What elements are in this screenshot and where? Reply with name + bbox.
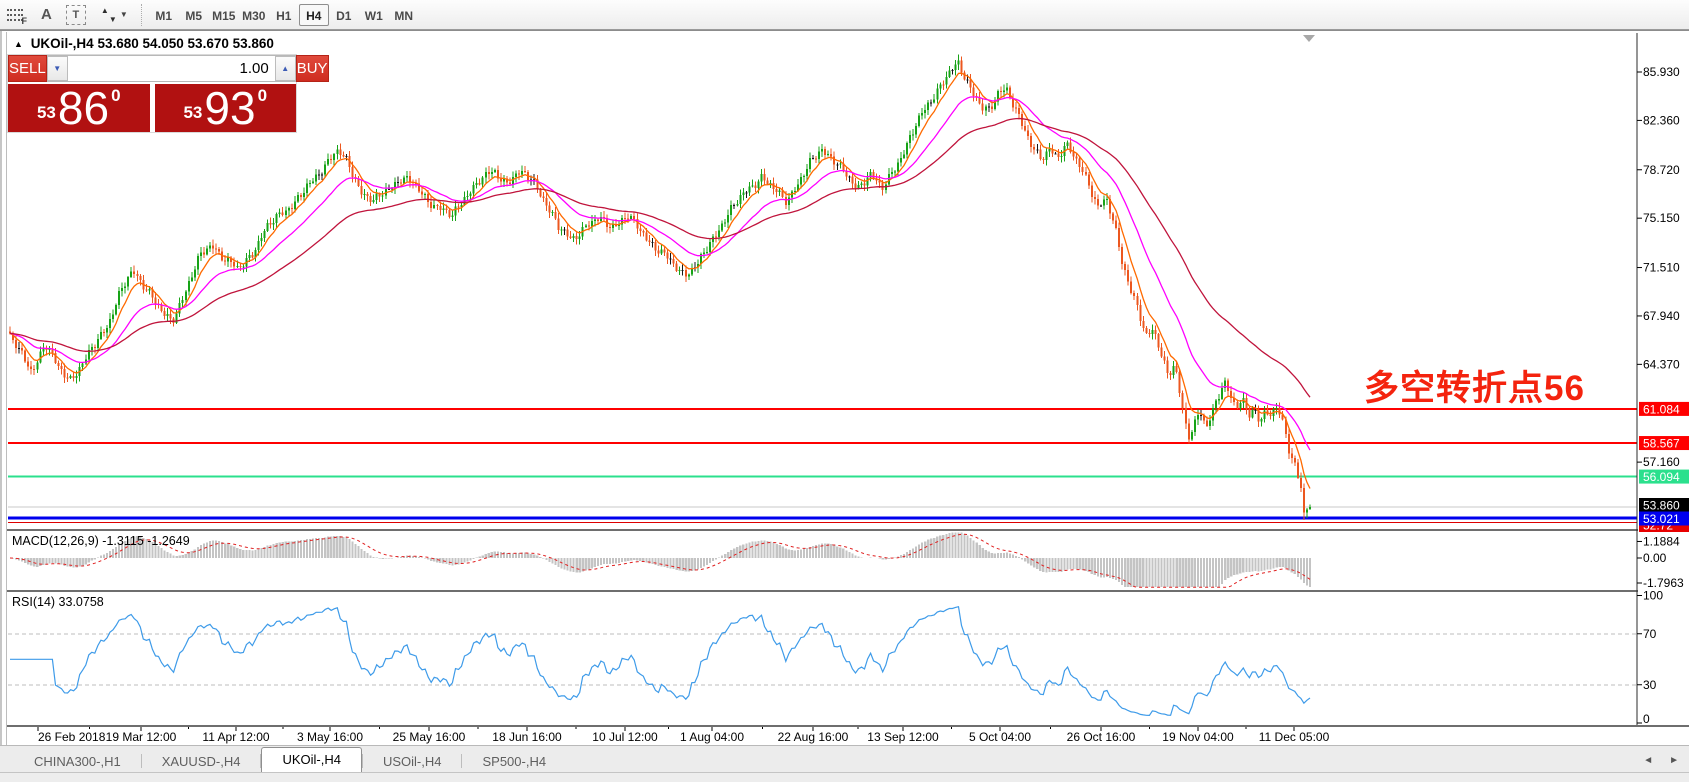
sell-price-point: 0	[111, 86, 120, 106]
svg-text:19 Nov 04:00: 19 Nov 04:00	[1162, 730, 1234, 744]
toolbar-separator	[141, 4, 143, 26]
svg-text:70: 70	[1643, 627, 1657, 641]
annotation-text[interactable]: 多空转折点56	[1364, 360, 1585, 411]
svg-text:11 Dec 05:00: 11 Dec 05:00	[1259, 730, 1330, 744]
fibonacci-tool-button[interactable]: F	[7, 4, 27, 26]
svg-text:53.021: 53.021	[1643, 512, 1680, 526]
sell-price-pips: 86	[58, 86, 109, 130]
volume-increase-button[interactable]: ▲	[275, 56, 296, 81]
svg-text:0.00: 0.00	[1643, 551, 1667, 565]
svg-text:10 Jul 12:00: 10 Jul 12:00	[592, 730, 658, 744]
chevron-down-icon: ▼	[53, 64, 61, 73]
tf-button-m30[interactable]: M30	[239, 4, 269, 26]
svg-text:30: 30	[1643, 678, 1657, 692]
svg-text:22 Aug 16:00: 22 Aug 16:00	[778, 730, 849, 744]
svg-text:25 May 16:00: 25 May 16:00	[393, 730, 466, 744]
tab-scroll-arrows: ◄ ►	[1643, 755, 1679, 766]
symbol-tab-sp500h4[interactable]: SP500-,H4	[462, 751, 566, 772]
top-toolbar: F A T ▲ ▼ ▼ M1M5M15M30H1H4D1W1MN	[0, 0, 1689, 30]
chevron-down-icon[interactable]: ▼	[120, 10, 128, 19]
ohlc-values: 53.680 54.050 53.670 53.860	[97, 36, 273, 51]
symbol-tab-china300h1[interactable]: CHINA300-,H1	[14, 751, 141, 772]
price-axis[interactable]: 85.930 82.360 78.720 75.150 71.510 67.940 64.3…	[1637, 33, 1689, 726]
text-box-tool-button[interactable]: T	[66, 4, 86, 26]
tf-button-h1[interactable]: H1	[269, 4, 299, 26]
svg-text:100: 100	[1643, 589, 1663, 603]
svg-text:26 Feb 2018: 26 Feb 2018	[38, 730, 106, 744]
tab-scroll-left-icon[interactable]: ◄	[1643, 755, 1653, 766]
collapse-arrow-icon[interactable]: ▲	[14, 39, 23, 49]
svg-text:19 Mar 12:00: 19 Mar 12:00	[106, 730, 177, 744]
svg-text:11 Apr 12:00: 11 Apr 12:00	[202, 730, 269, 744]
tf-button-m5[interactable]: M5	[179, 4, 209, 26]
svg-text:53.860: 53.860	[1643, 499, 1680, 513]
svg-text:67.940: 67.940	[1643, 309, 1680, 323]
svg-text:5 Oct 04:00: 5 Oct 04:00	[969, 730, 1031, 744]
arrows-tool-button[interactable]: ▲ ▼ ▼	[100, 4, 128, 26]
fibonacci-icon: F	[7, 6, 27, 24]
svg-text:57.160: 57.160	[1643, 455, 1680, 469]
sell-button[interactable]: SELL	[8, 55, 47, 82]
buy-button[interactable]: BUY	[296, 55, 329, 82]
arrows-icon: ▲ ▼	[100, 6, 118, 24]
chevron-up-icon: ▲	[281, 64, 289, 73]
text-label-tool-button[interactable]: A	[41, 4, 52, 26]
svg-text:1.1884: 1.1884	[1643, 534, 1680, 548]
tf-button-m15[interactable]: M15	[209, 4, 239, 26]
buy-price-whole: 53	[183, 103, 202, 123]
svg-text:71.510: 71.510	[1643, 261, 1680, 275]
macd-indicator-label: MACD(12,26,9) -1.3115 -1.2649	[12, 534, 190, 548]
buy-price-pips: 93	[204, 86, 255, 130]
rsi-indicator-label: RSI(14) 33.0758	[12, 595, 104, 609]
buy-price-point: 0	[258, 86, 267, 106]
svg-text:85.930: 85.930	[1643, 65, 1680, 79]
symbol-tab-bar: CHINA300-,H1XAUUSD-,H4UKOil-,H4USOil-,H4…	[0, 745, 1689, 772]
volume-input[interactable]	[68, 56, 275, 81]
symbol-tab-ukoilh4[interactable]: UKOil-,H4	[261, 747, 362, 772]
chart-ohlc-header: ▲ UKOil-,H4 53.680 54.050 53.670 53.860	[14, 36, 274, 51]
symbol-period-label: UKOil-,H4	[31, 36, 94, 51]
symbol-tab-xauusdh4[interactable]: XAUUSD-,H4	[142, 751, 261, 772]
svg-text:26 Oct 16:00: 26 Oct 16:00	[1067, 730, 1136, 744]
symbol-tabs: CHINA300-,H1XAUUSD-,H4UKOil-,H4USOil-,H4…	[14, 747, 566, 772]
mt4-terminal: F A T ▲ ▼ ▼ M1M5M15M30H1H4D1W1MN 85.9308…	[0, 0, 1689, 782]
sell-price-button[interactable]: 53 86 0	[8, 84, 150, 132]
tf-button-d1[interactable]: D1	[329, 4, 359, 26]
svg-text:58.567: 58.567	[1643, 437, 1680, 451]
symbol-tab-usoilh4[interactable]: USOil-,H4	[363, 751, 462, 772]
one-click-trade-panel: SELL ▼ ▲ BUY 53 86 0 53 93 0	[8, 55, 296, 132]
tab-scroll-right-icon[interactable]: ►	[1669, 755, 1679, 766]
tf-button-m1[interactable]: M1	[149, 4, 179, 26]
volume-decrease-button[interactable]: ▼	[47, 56, 68, 81]
tf-button-w1[interactable]: W1	[359, 4, 389, 26]
svg-text:82.360: 82.360	[1643, 113, 1680, 127]
svg-text:56.094: 56.094	[1643, 470, 1680, 484]
svg-text:75.150: 75.150	[1643, 211, 1680, 225]
svg-text:64.370: 64.370	[1643, 357, 1680, 371]
svg-text:78.720: 78.720	[1643, 163, 1680, 177]
sell-price-whole: 53	[37, 103, 56, 123]
svg-text:3 May 16:00: 3 May 16:00	[297, 730, 363, 744]
svg-text:1 Aug 04:00: 1 Aug 04:00	[680, 730, 744, 744]
tf-button-h4[interactable]: H4	[299, 4, 329, 26]
volume-spinner: ▼ ▲	[47, 55, 296, 82]
text-label-icon: A	[41, 6, 52, 23]
svg-text:61.084: 61.084	[1643, 402, 1680, 416]
svg-text:0: 0	[1643, 712, 1650, 726]
buy-price-button[interactable]: 53 93 0	[155, 84, 297, 132]
text-box-icon: T	[66, 5, 86, 25]
timeframe-button-group: M1M5M15M30H1H4D1W1MN	[149, 4, 419, 26]
svg-text:13 Sep 12:00: 13 Sep 12:00	[867, 730, 939, 744]
status-bar	[0, 772, 1689, 782]
svg-text:18 Jun 16:00: 18 Jun 16:00	[492, 730, 562, 744]
tf-button-mn[interactable]: MN	[389, 4, 419, 26]
